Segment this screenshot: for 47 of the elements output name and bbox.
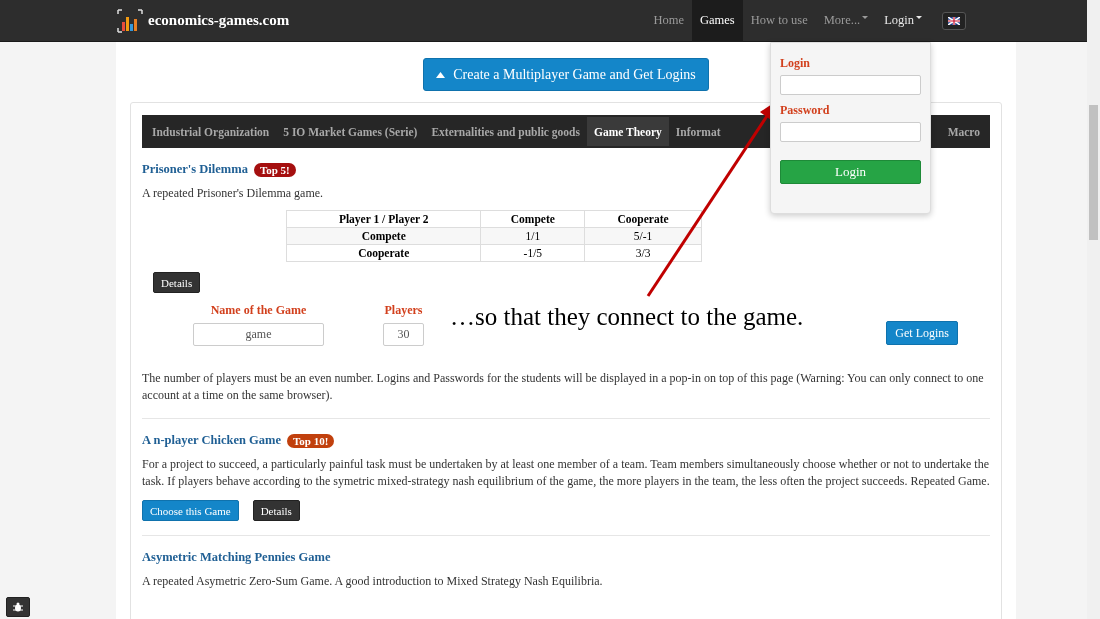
category-tab[interactable]: Game Theory [587, 117, 669, 146]
create-game-button[interactable]: Create a Multiplayer Game and Get Logins [423, 58, 709, 91]
site-brand[interactable]: economics-games.com [148, 12, 290, 29]
details-button[interactable]: Details [153, 272, 201, 293]
game-description: A repeated Asymetric Zero-Sum Game. A good introduction to Mixed Strategy Nash Equilibria. [142, 573, 604, 590]
nav-link[interactable]: How to use [742, 0, 816, 42]
game-name-field[interactable]: game [193, 323, 324, 346]
category-tab[interactable]: Externalities and public goods [424, 117, 587, 146]
rank-badge: Top 10! [287, 433, 335, 448]
bug-icon [13, 602, 23, 612]
players-note: The number of players must be an even number. Logins and Passwords for the students will be displayed in a pop-in on top of this page (Warning: You can only connect to one account at a time on the same browser). [142, 370, 985, 404]
flag-icon [948, 16, 960, 25]
field-label: Password [780, 103, 830, 118]
password-field[interactable] [780, 122, 921, 142]
annotation-text: …so that they connect to the game. [450, 303, 804, 331]
game-description: A repeated Prisoner's Dilemma game. [142, 185, 325, 202]
table-header: Cooperate [584, 210, 702, 228]
language-button[interactable] [942, 11, 966, 30]
category-tab[interactable]: Informat [668, 117, 728, 146]
game-description: For a project to succeed, a particularly painful task must be undertaken by at least one member of a team. Team members simultaneously choose whether or not to undertake the task. If players behave according to the symetric mixed-strategy nash equilibrium of the game, the more players in the team, the less often the project succeeds. Repeated Game. [142, 456, 990, 490]
caret-icon [916, 16, 922, 19]
players-field[interactable]: 30 [383, 323, 424, 346]
table-header: Player 1 / Player 2 [286, 210, 481, 228]
category-tab[interactable]: 5 IO Market Games (Serie) [276, 117, 425, 146]
rank-badge: Top 5! [253, 162, 296, 177]
bug-report-button[interactable] [6, 597, 30, 617]
logo-icon [116, 7, 144, 34]
category-tab[interactable]: Industrial Organization [145, 117, 277, 146]
game-title[interactable]: Asymetric Matching Pennies Game [142, 550, 331, 565]
nav-link[interactable]: Games [692, 0, 743, 42]
nav-link[interactable]: Login [876, 0, 930, 42]
category-tab[interactable]: Macro [940, 117, 987, 146]
field-label: Login [780, 56, 810, 71]
caret-icon [862, 16, 869, 19]
table-header: Compete [480, 210, 585, 228]
game-title[interactable]: Prisoner's Dilemma [142, 162, 248, 177]
field-label: Name of the Game [210, 303, 307, 318]
get-logins-button[interactable]: Get Logins [886, 321, 958, 345]
field-label: Players [384, 303, 423, 318]
caret-up-icon [436, 71, 446, 78]
nav-link[interactable]: Home [645, 0, 692, 42]
nav-link[interactable]: More... [815, 0, 877, 42]
choose-button[interactable]: Choose this Game [142, 500, 239, 521]
details-button[interactable]: Details [252, 500, 300, 521]
scrollbar[interactable] [1087, 0, 1100, 619]
game-title[interactable]: A n-player Chicken Game [142, 433, 281, 448]
login-field[interactable] [780, 75, 921, 95]
